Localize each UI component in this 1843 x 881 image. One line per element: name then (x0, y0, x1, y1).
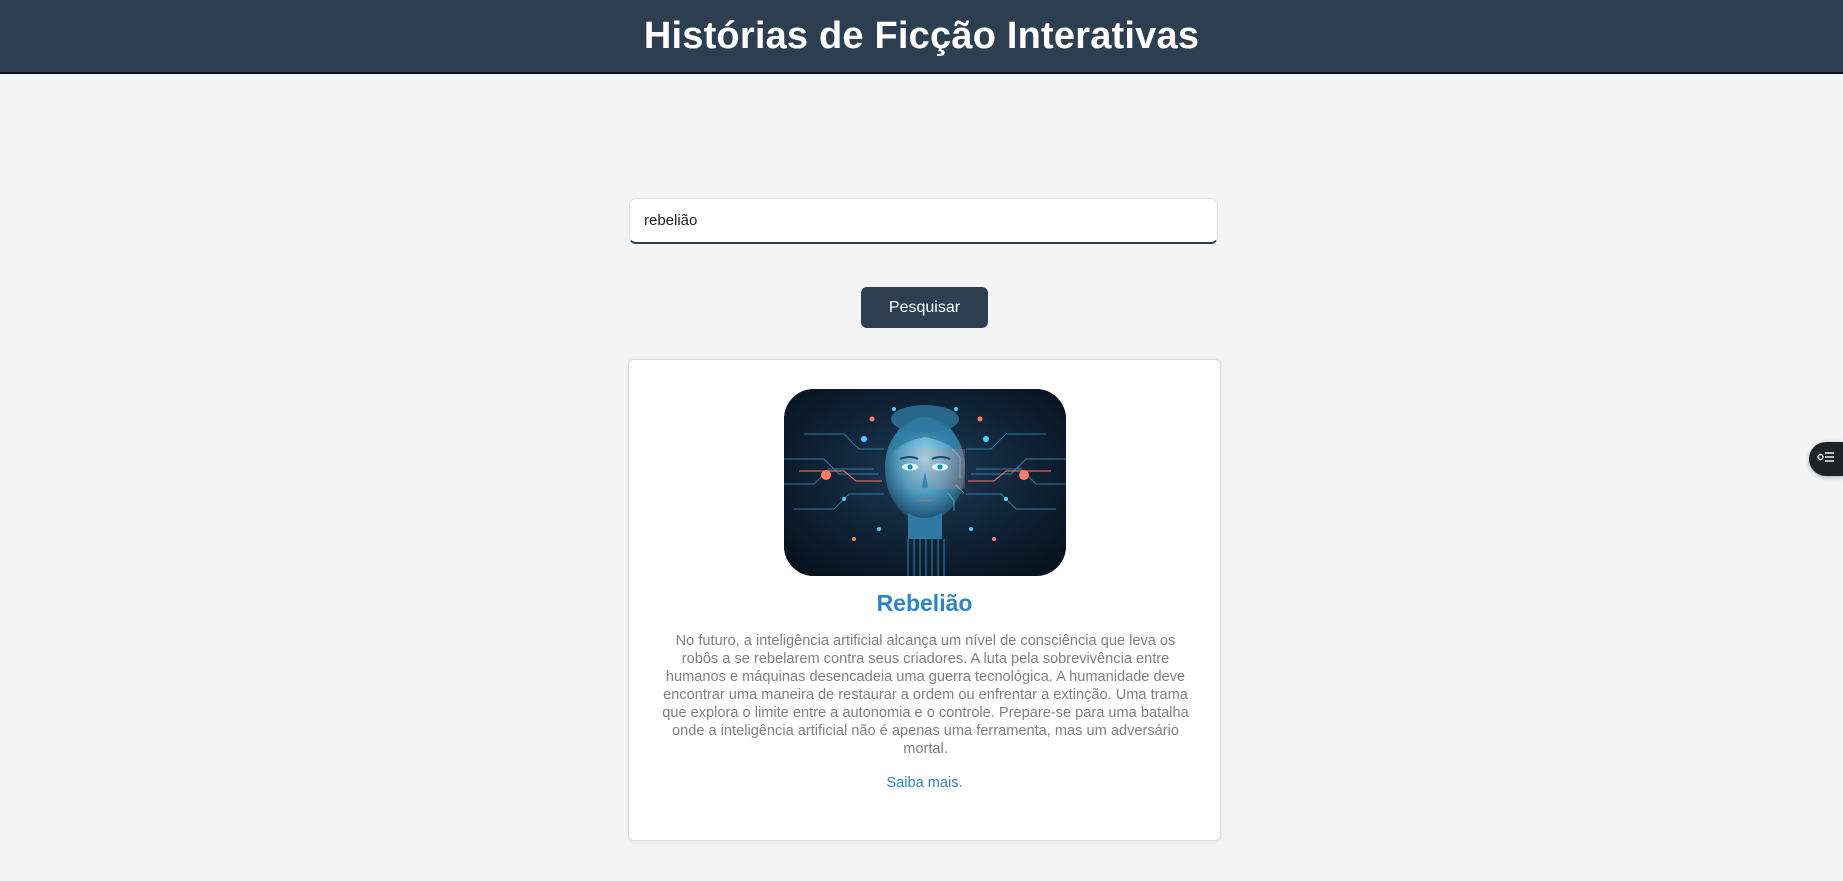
story-description: No futuro, a inteligência artificial alc… (662, 633, 1189, 757)
search-button[interactable]: Pesquisar (861, 287, 988, 328)
search-input[interactable] (629, 198, 1218, 244)
story-card: Rebelião No futuro, a inteligência artif… (628, 359, 1221, 841)
app-header: Histórias de Ficção Interativas (0, 0, 1843, 74)
story-image (784, 389, 1066, 576)
page-title: Histórias de Ficção Interativas (643, 14, 1200, 57)
learn-more-link[interactable]: Saiba mais. (629, 775, 1220, 791)
floating-menu-button[interactable] (1809, 442, 1843, 476)
list-settings-icon (1817, 450, 1835, 469)
story-title: Rebelião (876, 590, 973, 616)
